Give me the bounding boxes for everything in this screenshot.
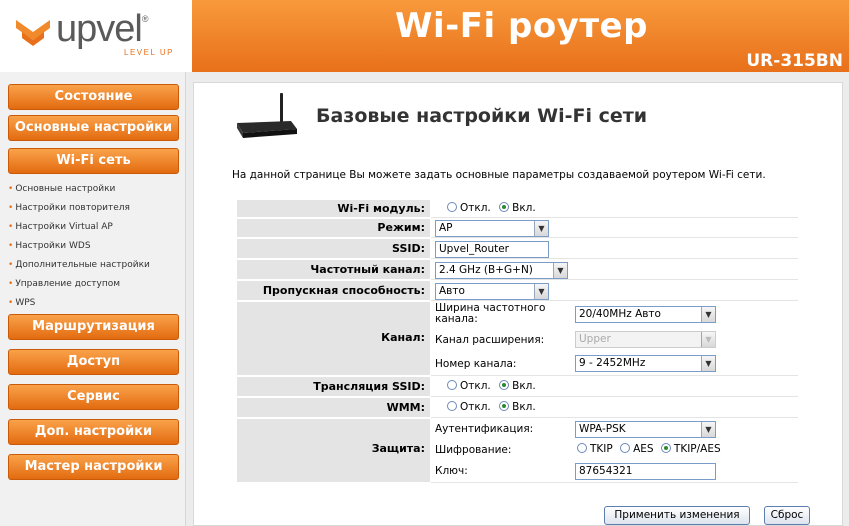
bullet-icon: • [8,279,14,289]
nav-setup-wizard[interactable]: Мастер настройки [8,454,179,480]
bullet-icon: • [8,260,14,270]
band-select[interactable]: 2.4 GHz (B+G+N) ▼ [435,262,568,279]
label-ssid: SSID: [237,239,430,259]
row-bandwidth: Пропускная способность: Авто ▼ [237,281,798,301]
nav-access[interactable]: Доступ [8,349,179,375]
label-wmm: WMM: [237,398,430,418]
submenu-access-control[interactable]: • Управление доступом [8,275,184,294]
row-channel: Канал: Ширина частотного канала: 20/40MH… [237,302,798,376]
chevron-down-icon: ▼ [701,356,715,371]
key-label: Ключ: [435,465,468,477]
channel-extension-select[interactable]: Upper ▼ [575,331,716,348]
label-channel: Канал: [237,302,430,376]
label-ssid-broadcast: Трансляция SSID: [237,377,430,397]
ssid-broadcast-off-label: Откл. [460,380,491,392]
encryption-tkip-radio[interactable] [577,443,587,453]
bandwidth-select[interactable]: Авто ▼ [435,283,549,300]
auth-select[interactable]: WPA-PSK ▼ [575,421,716,438]
nav-status[interactable]: Состояние [8,84,179,110]
main-panel: Базовые настройки Wi-Fi сети На данной с… [193,82,843,526]
submenu-advanced[interactable]: • Дополнительные настройки [8,256,184,275]
row-ssid: SSID: Upvel_Router [237,239,798,259]
chevron-down-icon: ▼ [701,332,715,347]
nav-advanced-settings[interactable]: Доп. настройки [8,419,179,445]
router-icon [237,93,297,138]
mode-select[interactable]: AP ▼ [435,220,549,237]
row-wifi-module: Wi-Fi модуль: Откл. Вкл. [237,200,798,218]
label-wifi-module: Wi-Fi модуль: [237,200,430,218]
header-title: Wi-Fi роутер [395,6,648,46]
chevron-down-icon: ▼ [701,307,715,322]
bullet-icon: • [8,298,14,308]
encryption-label: Шифрование: [435,444,512,456]
nav-routing[interactable]: Маршрутизация [8,314,179,340]
wmm-off-label: Откл. [460,401,491,413]
bullet-icon: • [8,241,14,251]
encryption-options: TKIP AES TKIP/AES [577,443,721,455]
bullet-icon: • [8,222,14,232]
submenu-basic-settings[interactable]: • Основные настройки [8,180,184,199]
apply-button[interactable]: Применить изменения [604,506,750,525]
channel-number-label: Номер канала: [435,358,517,370]
key-input[interactable]: 87654321 [575,463,716,480]
submenu-wds[interactable]: • Настройки WDS [8,237,184,256]
reset-button[interactable]: Сброс [764,506,810,525]
chevron-down-icon: ▼ [553,263,567,278]
logo-text: upvel [56,8,143,50]
model-name: UR-315BN [746,51,843,71]
page-description: На данной странице Вы можете задать осно… [232,169,766,181]
row-mode: Режим: AP ▼ [237,219,798,238]
encryption-tkip-aes-radio[interactable] [660,443,671,453]
ssid-broadcast-off-radio[interactable] [447,380,457,390]
submenu-repeater[interactable]: • Настройки повторителя [8,199,184,218]
auth-label: Аутентификация: [435,423,534,435]
row-band: Частотный канал: 2.4 GHz (B+G+N) ▼ [237,260,798,280]
logo-tagline: LEVEL UP [124,48,174,57]
wmm-on-radio[interactable] [499,401,510,411]
wmm-on-label: Вкл. [512,401,536,413]
chevron-down-icon: ▼ [534,221,548,236]
encryption-aes-radio[interactable] [620,443,631,453]
row-security: Защита: Аутентификация: WPA-PSK ▼ Шифрова… [237,419,798,483]
wifi-module-off-label: Откл. [460,202,491,214]
label-security: Защита: [237,419,430,483]
submenu-wps[interactable]: • WPS [8,294,184,313]
channel-number-select[interactable]: 9 - 2452MHz ▼ [575,355,716,372]
submenu-virtual-ap[interactable]: • Настройки Virtual AP [8,218,184,237]
channel-width-select[interactable]: 20/40MHz Авто ▼ [575,306,716,323]
wifi-module-on-radio[interactable] [499,202,510,212]
nav-service[interactable]: Сервис [8,384,179,410]
page-title: Базовые настройки Wi-Fi сети [316,105,648,127]
wifi-module-on-label: Вкл. [512,202,536,214]
sidebar: Состояние Основные настройки Wi-Fi сеть … [0,72,186,526]
upvel-logo-icon [16,20,50,46]
chevron-down-icon: ▼ [701,422,715,437]
nav-wifi-network[interactable]: Wi-Fi сеть [8,148,179,174]
channel-width-label: Ширина частотного канала: [435,302,546,325]
nav-basic-settings[interactable]: Основные настройки [8,115,179,141]
bullet-icon: • [8,203,14,213]
wifi-submenu: • Основные настройки • Настройки повторите… [8,180,184,313]
logo-reg-mark: ® [141,14,149,24]
label-bandwidth: Пропускная способность: [237,281,430,301]
channel-extension-label: Канал расширения: [435,334,545,346]
logo: upvel® LEVEL UP [0,0,192,72]
ssid-input[interactable]: Upvel_Router [435,241,549,258]
row-wmm: WMM: Откл. Вкл. [237,398,798,418]
row-ssid-broadcast: Трансляция SSID: Откл. Вкл. [237,377,798,397]
wifi-module-off-radio[interactable] [447,202,457,212]
header-bar: upvel® LEVEL UP Wi-Fi роутер UR-315BN [0,0,849,72]
label-mode: Режим: [237,219,430,238]
ssid-broadcast-on-label: Вкл. [512,380,536,392]
label-band: Частотный канал: [237,260,430,280]
bullet-icon: • [8,184,14,194]
wmm-off-radio[interactable] [447,401,457,411]
chevron-down-icon: ▼ [534,284,548,299]
ssid-broadcast-on-radio[interactable] [499,380,510,390]
